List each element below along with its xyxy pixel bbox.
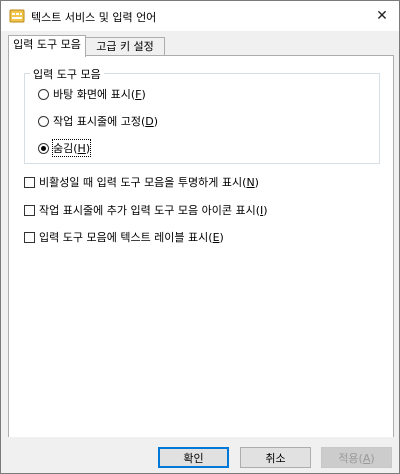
- window-title: 텍스트 서비스 및 입력 언어: [31, 11, 157, 24]
- checkbox-label: 입력 도구 모음에 텍스트 레이블 표시(E): [39, 231, 224, 244]
- checkbox-text-labels[interactable]: 입력 도구 모음에 텍스트 레이블 표시(E): [24, 229, 224, 245]
- apply-button-label: 적용(A): [338, 451, 375, 465]
- radio-button[interactable]: [38, 88, 49, 100]
- radio-docked-taskbar[interactable]: 작업 표시줄에 고정(D): [38, 113, 158, 129]
- checkbox-additional-taskbar-icons[interactable]: 작업 표시줄에 추가 입력 도구 모음 아이콘 표시(I): [24, 202, 268, 218]
- ok-button-label: 확인: [183, 451, 204, 465]
- close-button[interactable]: ✕: [365, 1, 399, 31]
- radio-button-selected[interactable]: [38, 142, 49, 154]
- radio-button[interactable]: [38, 115, 49, 127]
- cancel-button-label: 취소: [265, 451, 286, 465]
- tab-language-bar[interactable]: 입력 도구 모음: [8, 35, 86, 57]
- checkbox-label: 작업 표시줄에 추가 입력 도구 모음 아이콘 표시(I): [39, 204, 268, 217]
- cancel-button[interactable]: 취소: [240, 447, 311, 468]
- checkbox[interactable]: [24, 204, 35, 216]
- tab-label: 고급 키 설정: [96, 40, 154, 53]
- dialog-footer: 확인 취소 적용(A): [1, 437, 399, 473]
- ok-button[interactable]: 확인: [158, 447, 229, 468]
- tab-label: 입력 도구 모음: [13, 38, 81, 51]
- tab-panel: 입력 도구 모음 바탕 화면에 표시(F) 작업 표시줄에 고정(D) 숨김(H…: [8, 55, 394, 439]
- radio-hidden[interactable]: 숨김(H): [38, 139, 92, 157]
- keyboard-icon: [9, 8, 25, 24]
- radio-label: 작업 표시줄에 고정(D): [53, 115, 159, 128]
- title-bar: 텍스트 서비스 및 입력 언어 ✕: [1, 1, 399, 31]
- apply-button[interactable]: 적용(A): [321, 447, 392, 468]
- checkbox[interactable]: [24, 231, 35, 243]
- checkbox[interactable]: [24, 176, 35, 188]
- language-bar-group: 입력 도구 모음 바탕 화면에 표시(F) 작업 표시줄에 고정(D) 숨김(H…: [24, 66, 380, 164]
- close-icon: ✕: [376, 8, 388, 24]
- checkbox-label: 비활성일 때 입력 도구 모음을 투명하게 표시(N): [39, 176, 259, 189]
- radio-floating-desktop[interactable]: 바탕 화면에 표시(F): [38, 86, 146, 102]
- checkbox-transparent-when-inactive[interactable]: 비활성일 때 입력 도구 모음을 투명하게 표시(N): [24, 174, 259, 190]
- group-label: 입력 도구 모음: [30, 66, 104, 82]
- radio-label: 숨김(H): [51, 139, 92, 157]
- dialog-window: 텍스트 서비스 및 입력 언어 ✕ 입력 도구 모음 고급 키 설정 입력 도구…: [0, 0, 400, 474]
- radio-label: 바탕 화면에 표시(F): [53, 88, 146, 101]
- tab-advanced-key-settings[interactable]: 고급 키 설정: [85, 37, 165, 56]
